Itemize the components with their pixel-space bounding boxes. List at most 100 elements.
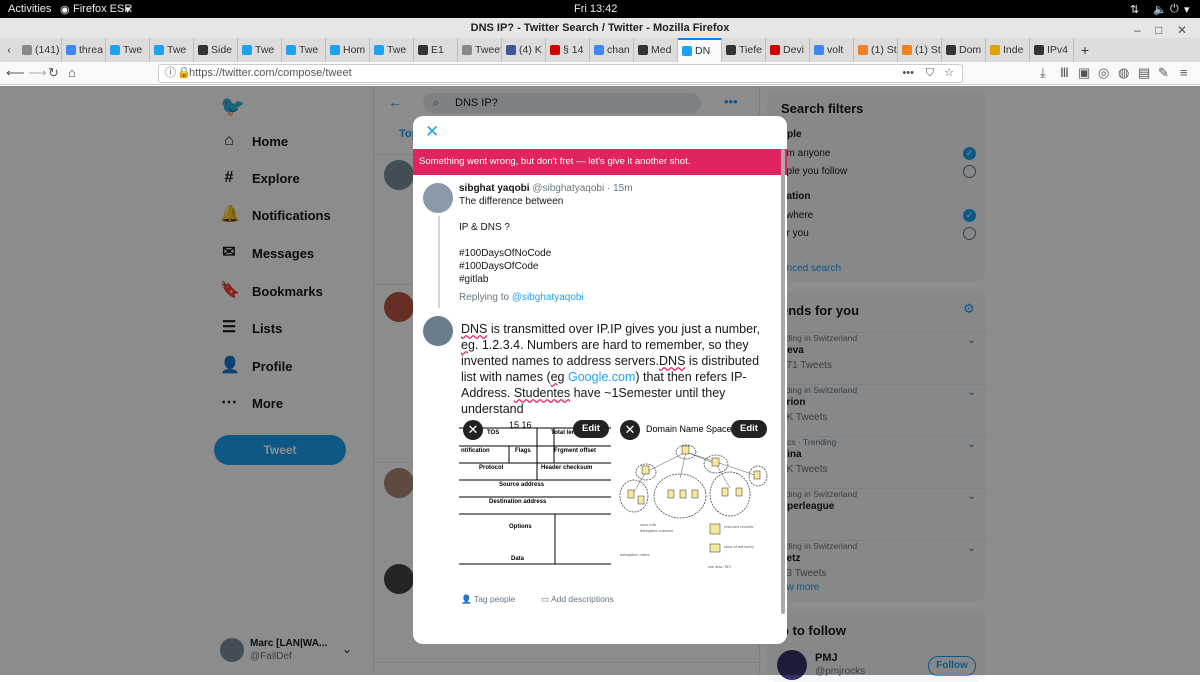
bookmark-star-icon[interactable]: ☆ xyxy=(944,65,954,82)
remove-image-icon[interactable]: ✕ xyxy=(620,420,640,440)
browser-tab[interactable]: Twe xyxy=(150,38,194,62)
attached-image-domain-name-space[interactable]: zone info delegated subzone resource reco… xyxy=(618,416,770,586)
favicon-icon xyxy=(1034,45,1044,55)
compose-textarea[interactable]: DNS is transmitted over IP.IP gives you … xyxy=(461,321,771,417)
browser-tab[interactable]: Twe xyxy=(370,38,414,62)
minimize-button[interactable]: – xyxy=(1134,20,1141,40)
browser-tab[interactable]: Inde xyxy=(986,38,1030,62)
attached-image-ip-header[interactable]: TOS Total length ntification Flags Frgment o… xyxy=(459,416,611,586)
browser-tab[interactable]: E1 xyxy=(414,38,458,62)
account-icon[interactable]: ◎ xyxy=(1098,65,1109,81)
forward-button[interactable]: ⟶ xyxy=(28,65,47,81)
reply-text-line: #gitlab xyxy=(459,274,489,285)
edit-image-button[interactable]: Edit xyxy=(573,420,609,438)
add-descriptions-button[interactable]: ▭ Add descriptions xyxy=(541,594,614,605)
reply-author-name[interactable]: sibghat yaqobi xyxy=(459,183,530,194)
tab-label: Hom xyxy=(343,44,366,56)
caption-icon: ▭ xyxy=(541,594,550,604)
browser-tab[interactable]: DN xyxy=(678,38,722,62)
reply-tweet-header: sibghat yaqobi @sibghatyaqobi · 15m xyxy=(459,183,633,194)
volume-icon[interactable]: 🔈 xyxy=(1153,3,1167,16)
favicon-icon xyxy=(902,45,912,55)
navigation-toolbar: ⟵ ⟶ ↻ ⌂ ⓘ 🔒 https://twitter.com/compose/… xyxy=(0,62,1200,85)
browser-tab[interactable]: (4) K xyxy=(502,38,546,62)
browser-tab[interactable]: Tiefe xyxy=(722,38,766,62)
browser-tab[interactable]: Dom xyxy=(942,38,986,62)
clock[interactable]: Fri 13:42 xyxy=(574,3,617,15)
browser-tab[interactable]: (1) St xyxy=(898,38,942,62)
sidebar-icon[interactable]: ▣ xyxy=(1078,65,1090,81)
favicon-icon xyxy=(462,45,472,55)
favicon-icon xyxy=(990,45,1000,55)
bit-header: 15 16 xyxy=(509,420,532,430)
new-tab-button[interactable]: + xyxy=(1074,38,1096,62)
avatar[interactable] xyxy=(423,316,453,346)
reload-button[interactable]: ↻ xyxy=(48,65,59,81)
browser-tab[interactable]: Twe xyxy=(282,38,326,62)
library-icon[interactable]: Ⅲ xyxy=(1060,65,1069,81)
reply-author-handle[interactable]: @sibghatyaqobi xyxy=(532,183,604,194)
home-button[interactable]: ⌂ xyxy=(68,65,76,80)
page-actions-icon[interactable]: ••• xyxy=(902,65,914,82)
replying-handle-link[interactable]: @sibghatyaqobi xyxy=(512,292,584,303)
compose-link[interactable]: Google.com xyxy=(568,370,635,384)
app-menu[interactable]: Firefox ESR xyxy=(73,3,132,15)
tab-label: TweetD xyxy=(475,44,501,56)
favicon-icon xyxy=(550,45,560,55)
window-title: DNS IP? - Twitter Search / Twitter - Moz… xyxy=(470,22,730,34)
favicon-icon xyxy=(858,45,868,55)
browser-tab[interactable]: threa xyxy=(62,38,106,62)
close-icon[interactable]: ✕ xyxy=(425,122,439,142)
downloads-icon[interactable]: ⤓ xyxy=(1040,65,1046,81)
tab-label: Tiefe xyxy=(739,44,762,56)
browser-tab[interactable]: Side xyxy=(194,38,238,62)
favicon-icon xyxy=(154,45,164,55)
favicon-icon xyxy=(242,45,252,55)
browser-tab[interactable]: Devi xyxy=(766,38,810,62)
maximize-button[interactable]: □ xyxy=(1155,20,1162,40)
network-icon[interactable]: ⇅ xyxy=(1130,3,1139,16)
tab-label: volt xyxy=(827,44,844,56)
browser-tab[interactable]: (141) xyxy=(18,38,62,62)
replying-prefix: Replying to xyxy=(459,292,510,303)
tab-label: threa xyxy=(79,44,103,56)
tab-label: (141) xyxy=(35,44,60,56)
browser-tab[interactable]: chan xyxy=(590,38,634,62)
browser-tab[interactable]: Twe xyxy=(238,38,282,62)
remove-image-icon[interactable]: ✕ xyxy=(463,420,483,440)
browser-tab[interactable]: Hom xyxy=(326,38,370,62)
browser-tab[interactable]: Twe xyxy=(106,38,150,62)
activities-button[interactable]: Activities xyxy=(8,3,51,15)
scrollbar[interactable] xyxy=(781,149,785,614)
chevron-down-icon: ▾ xyxy=(1184,4,1190,16)
tab-label: (1) St xyxy=(871,44,897,56)
favicon-icon xyxy=(22,45,32,55)
svg-text:resource records: resource records xyxy=(724,525,753,529)
extension-badge-icon[interactable]: ▤ xyxy=(1138,65,1150,81)
pocket-icon[interactable]: ⛉ xyxy=(926,65,934,82)
browser-tab[interactable]: § 14 xyxy=(546,38,590,62)
reply-text-line: IP & DNS ? xyxy=(459,222,510,233)
url-bar[interactable]: ⓘ 🔒 https://twitter.com/compose/tweet ••… xyxy=(158,64,963,83)
browser-tab[interactable]: volt xyxy=(810,38,854,62)
browser-tab[interactable]: Med xyxy=(634,38,678,62)
avatar[interactable] xyxy=(423,183,453,213)
extension-icon[interactable]: ✎ xyxy=(1158,65,1169,81)
tab-scroll-left-icon[interactable]: ‹ xyxy=(0,38,18,62)
tab-label: (1) St xyxy=(915,44,941,56)
browser-tab[interactable]: TweetD xyxy=(458,38,502,62)
edit-image-button[interactable]: Edit xyxy=(731,420,767,438)
lock-icon[interactable]: 🔒 xyxy=(177,65,191,82)
power-icon[interactable]: ⏻ xyxy=(1170,3,1179,16)
tab-label: (4) K xyxy=(519,44,542,56)
tag-people-button[interactable]: 👤 Tag people xyxy=(461,594,515,605)
close-window-button[interactable]: ✕ xyxy=(1177,20,1187,40)
back-button[interactable]: ⟵ xyxy=(6,65,25,81)
error-banner: Something went wrong, but don't fret — l… xyxy=(413,149,787,175)
info-icon[interactable]: ⓘ xyxy=(165,65,176,82)
reply-time[interactable]: 15m xyxy=(613,183,632,194)
menu-icon[interactable]: ≡ xyxy=(1180,65,1188,80)
browser-tab[interactable]: IPv4 xyxy=(1030,38,1074,62)
extension-icon[interactable]: ◍ xyxy=(1118,65,1129,81)
browser-tab[interactable]: (1) St xyxy=(854,38,898,62)
